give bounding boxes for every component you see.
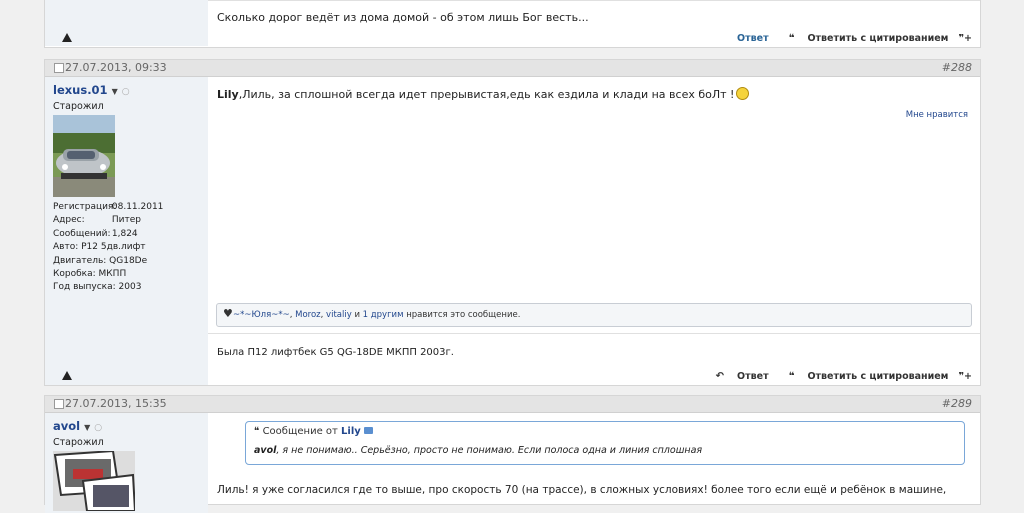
post-footer: Ответ ❝ Ответить с цитированием ❞+	[45, 31, 980, 48]
user-rank: Старожил	[53, 101, 104, 112]
info-row: Сообщений: 1,824	[53, 228, 138, 239]
quote-reply-label: Ответить с цитированием	[807, 33, 949, 44]
offline-status-icon: ○	[94, 423, 103, 433]
multiquote-icon[interactable]: ❞+	[958, 33, 972, 44]
multiquote-icon[interactable]: ❞+	[958, 371, 972, 382]
user-info: Регистрация: 08.11.2011 Адрес: Питер Соо…	[53, 201, 163, 295]
reply-label: Ответ	[737, 371, 769, 382]
user-sidebar: avol ▼ ○ Старожил	[45, 413, 208, 513]
signature-text: Была П12 лифтбек G5 QG-18DE МКПП 2003г.	[217, 347, 454, 358]
reply-button[interactable]: ↶ Ответ	[706, 371, 769, 382]
quote-author: Lily	[341, 426, 361, 437]
info-row: Двигатель: QG18De	[53, 255, 148, 266]
quote-reply-button[interactable]: ❝ Ответить с цитированием	[779, 371, 949, 382]
info-row: Коробка: МКПП	[53, 269, 127, 280]
select-post-checkbox[interactable]	[54, 63, 64, 73]
post-body: ❝ Сообщение от Lily avol, я не понимаю..…	[208, 413, 980, 513]
user-sidebar: lexus.01 ▼ ○ Старожил Регистрация: 08.11.2…	[45, 77, 208, 385]
avatar[interactable]	[53, 451, 135, 511]
select-post-checkbox[interactable]	[54, 399, 64, 409]
post-date: 27.07.2013, 09:33	[65, 61, 167, 74]
chevron-down-icon[interactable]: ▼	[112, 87, 118, 96]
quote-icon: ❝	[788, 371, 795, 382]
report-icon[interactable]	[62, 33, 72, 42]
post-footer: ↶ Ответ ❝ Ответить с цитированием ❞+	[45, 369, 980, 386]
quote-reply-label: Ответить с цитированием	[807, 371, 949, 382]
like-user-link[interactable]: ~*~Юля~*~	[233, 310, 290, 320]
post-body: Lily,Лиль, за сплошной всегда идет преры…	[208, 77, 980, 385]
quote-header: ❝ Сообщение от Lily	[254, 426, 373, 437]
quote-body: avol, я не понимаю.. Серьёзно, просто не…	[254, 445, 703, 456]
reply-arrow-icon: ↶	[715, 371, 725, 382]
like-link[interactable]: Мне нравится	[906, 110, 968, 120]
username: lexus.01	[53, 83, 108, 97]
username-link[interactable]: avol ▼ ○	[53, 419, 102, 433]
username-link[interactable]: lexus.01 ▼ ○	[53, 83, 130, 97]
like-user-link[interactable]: vitaliy	[326, 310, 352, 320]
post-top: Сколько дорог ведёт из дома домой - об э…	[44, 0, 981, 48]
smiley-icon	[736, 87, 750, 100]
quote-icon: ❝	[254, 426, 260, 437]
post-date: 27.07.2013, 15:35	[65, 397, 167, 410]
avatar-image	[53, 451, 135, 511]
like-user-link[interactable]: Moroz	[295, 310, 321, 320]
post-actions: ↶ Ответ ❝ Ответить с цитированием ❞+	[696, 371, 972, 382]
info-row: Адрес: Питер	[53, 215, 141, 226]
info-row: Регистрация: 08.11.2011	[53, 202, 164, 212]
avatar-image	[53, 115, 115, 197]
chevron-down-icon[interactable]: ▼	[84, 423, 90, 432]
mention-name: Lily	[217, 88, 239, 101]
post-header: 27.07.2013, 15:35 #289	[45, 396, 980, 413]
quote-icon: ❝	[788, 33, 795, 44]
info-row: Год выпуска: 2003	[53, 282, 142, 293]
signature-text: Сколько дорог ведёт из дома домой - об э…	[217, 11, 589, 24]
message-text: Лиль! я уже согласился где то выше, про …	[217, 484, 947, 496]
user-rank: Старожил	[53, 437, 104, 448]
view-post-icon[interactable]	[363, 427, 373, 434]
post-289: 27.07.2013, 15:35 #289 avol ▼ ○ Старожил ❝…	[44, 395, 981, 513]
message-text: Lily,Лиль, за сплошной всегда идет преры…	[217, 87, 750, 101]
offline-status-icon: ○	[121, 87, 130, 97]
info-row: Авто: P12 5дв.лифт	[53, 242, 146, 253]
username: avol	[53, 419, 81, 433]
post-number-link[interactable]: #288	[942, 61, 972, 74]
likes-text: ~*~Юля~*~, Moroz, vitaliy и 1 другим нра…	[233, 310, 521, 320]
report-icon[interactable]	[62, 371, 72, 380]
quote-reply-button[interactable]: ❝ Ответить с цитированием	[779, 33, 949, 44]
post-actions: Ответ ❝ Ответить с цитированием ❞+	[727, 33, 972, 44]
post-number-link[interactable]: #289	[942, 397, 972, 410]
avatar[interactable]	[53, 115, 115, 197]
likes-box: ♥ ~*~Юля~*~, Moroz, vitaliy и 1 другим н…	[216, 303, 972, 327]
heart-icon: ♥	[223, 307, 233, 320]
quote-box: ❝ Сообщение от Lily avol, я не понимаю..…	[245, 421, 965, 465]
reply-button[interactable]: Ответ	[737, 33, 769, 44]
post-header: 27.07.2013, 09:33 #288	[45, 60, 980, 77]
post-288: 27.07.2013, 09:33 #288 lexus.01 ▼ ○ Старож…	[44, 59, 981, 386]
like-others-link[interactable]: 1 другим	[363, 310, 404, 320]
